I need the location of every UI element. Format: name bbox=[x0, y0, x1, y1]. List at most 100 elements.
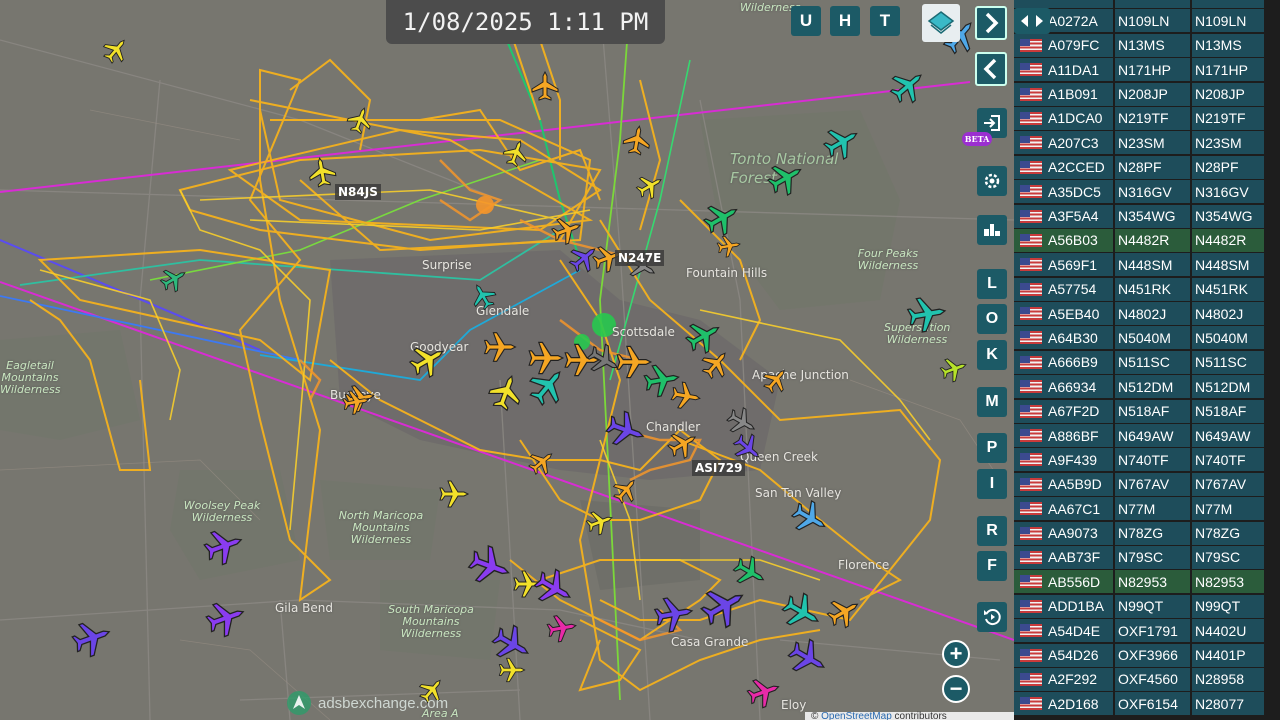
table-row[interactable]: A666B9 N511SC N511SC bbox=[1014, 350, 1280, 375]
toggle-p-button[interactable]: P bbox=[977, 433, 1007, 463]
callsign-label[interactable]: N84JS bbox=[335, 184, 381, 200]
toggle-f-button[interactable]: F bbox=[977, 551, 1007, 581]
registration-cell: N316GV bbox=[1115, 180, 1190, 204]
registration-cell: N171HP bbox=[1115, 58, 1190, 82]
table-row[interactable]: AAB73F N79SC N79SC bbox=[1014, 545, 1280, 570]
toggle-i-button[interactable]: I bbox=[977, 469, 1007, 499]
registration-cell: N518AF bbox=[1115, 399, 1190, 423]
type-cell: N28958 bbox=[1192, 667, 1264, 691]
registration-cell: N451RK bbox=[1115, 277, 1190, 301]
table-row[interactable]: A079FC N13MS N13MS bbox=[1014, 33, 1280, 58]
filter-button[interactable] bbox=[977, 215, 1007, 245]
hex-cell: A2D168 bbox=[1014, 692, 1113, 716]
table-row[interactable]: A2CCED N28PF N28PF bbox=[1014, 155, 1280, 180]
hex-cell: A886BF bbox=[1014, 424, 1113, 448]
hex-cell: AA9073 bbox=[1014, 521, 1113, 545]
table-row[interactable]: A0272A N109LN N109LN bbox=[1014, 9, 1280, 33]
toggle-m-button[interactable]: M bbox=[977, 387, 1007, 417]
registration-cell: OXF4560 bbox=[1115, 667, 1190, 691]
table-row[interactable]: A2F292 OXF4560 N28958 bbox=[1014, 667, 1280, 692]
table-row[interactable]: A54D4E OXF1791 N4402U bbox=[1014, 619, 1280, 643]
panel-resize-handle[interactable] bbox=[1014, 8, 1050, 34]
zoom-out-button[interactable]: − bbox=[942, 675, 970, 703]
table-row[interactable]: AA5B9D N767AV N767AV bbox=[1014, 472, 1280, 497]
hex-cell: ADD1BA bbox=[1014, 594, 1113, 618]
table-row[interactable]: ADD1BA N99QT N99QT bbox=[1014, 594, 1280, 619]
toggle-k-button[interactable]: K bbox=[977, 340, 1007, 370]
table-row-partial[interactable] bbox=[1014, 0, 1280, 9]
table-row[interactable]: A66934 N512DM N512DM bbox=[1014, 375, 1280, 399]
toggle-l-button[interactable]: L bbox=[977, 269, 1007, 299]
us-flag-icon bbox=[1020, 575, 1042, 589]
chevron-right-icon bbox=[985, 12, 999, 34]
table-row[interactable]: A3F5A4 N354WG N354WG bbox=[1014, 204, 1280, 229]
gear-icon bbox=[984, 173, 1000, 189]
table-row[interactable]: A57754 N451RK N451RK bbox=[1014, 277, 1280, 302]
aircraft-layer[interactable] bbox=[0, 0, 1014, 720]
table-row[interactable]: A56B03 N4482R N4482R bbox=[1014, 228, 1280, 253]
table-row[interactable]: A1DCA0 N219TF N219TF bbox=[1014, 106, 1280, 131]
watermark-text: adsbexchange.com bbox=[318, 694, 449, 712]
hex-cell: A35DC5 bbox=[1014, 180, 1113, 204]
type-cell: N4802J bbox=[1192, 302, 1264, 326]
type-cell: N448SM bbox=[1192, 253, 1264, 277]
adsbexchange-watermark: adsbexchange.com bbox=[286, 690, 448, 716]
hex-cell: A3F5A4 bbox=[1014, 204, 1113, 228]
registration-cell: N5040M bbox=[1115, 326, 1190, 350]
toggle-u-button[interactable]: U bbox=[791, 6, 821, 36]
us-flag-icon bbox=[1020, 87, 1042, 101]
type-cell: N518AF bbox=[1192, 399, 1264, 423]
table-row[interactable]: A67F2D N518AF N518AF bbox=[1014, 399, 1280, 424]
hex-cell: A207C3 bbox=[1014, 131, 1113, 155]
hex-cell: A9F439 bbox=[1014, 448, 1113, 472]
registration-cell: N99QT bbox=[1115, 594, 1190, 618]
registration-cell: N208JP bbox=[1115, 82, 1190, 106]
us-flag-icon bbox=[1020, 136, 1042, 150]
table-row[interactable]: A64B30 N5040M N5040M bbox=[1014, 326, 1280, 350]
type-cell: N77M bbox=[1192, 497, 1264, 521]
table-row[interactable]: A569F1 N448SM N448SM bbox=[1014, 253, 1280, 277]
us-flag-icon bbox=[1020, 648, 1042, 662]
table-row[interactable]: AA9073 N78ZG N78ZG bbox=[1014, 521, 1280, 546]
toggle-h-button[interactable]: H bbox=[830, 6, 860, 36]
type-cell: N767AV bbox=[1192, 472, 1264, 496]
replay-button[interactable] bbox=[977, 602, 1007, 632]
table-row[interactable]: A5EB40 N4802J N4802J bbox=[1014, 302, 1280, 326]
type-cell: N219TF bbox=[1192, 106, 1264, 130]
toggle-t-button[interactable]: T bbox=[870, 6, 900, 36]
us-flag-icon bbox=[1020, 599, 1042, 613]
table-row[interactable]: A35DC5 N316GV N316GV bbox=[1014, 180, 1280, 204]
expand-panel-button[interactable] bbox=[975, 6, 1007, 40]
openstreetmap-link[interactable]: OpenStreetMap bbox=[821, 711, 892, 720]
table-row[interactable]: A9F439 N740TF N740TF bbox=[1014, 448, 1280, 472]
flight-map[interactable]: Surprise Glendale Goodyear Buckeye Fount… bbox=[0, 0, 1014, 720]
type-cell: N354WG bbox=[1192, 204, 1264, 228]
us-flag-icon bbox=[1020, 63, 1042, 77]
us-flag-icon bbox=[1020, 672, 1042, 686]
table-row[interactable]: A11DA1 N171HP N171HP bbox=[1014, 58, 1280, 82]
table-row[interactable]: A54D26 OXF3966 N4401P bbox=[1014, 643, 1280, 668]
table-row[interactable]: A886BF N649AW N649AW bbox=[1014, 424, 1280, 448]
callsign-label[interactable]: N247E bbox=[615, 250, 665, 266]
table-row[interactable]: AB556D N82953 N82953 bbox=[1014, 570, 1280, 594]
aircraft-table[interactable]: A0272A N109LN N109LN A079FC N13MS N13MS A11DA1… bbox=[1014, 0, 1280, 717]
map-layers-button[interactable] bbox=[922, 4, 960, 42]
callsign-label[interactable]: ASI729 bbox=[692, 460, 746, 476]
hex-cell: A54D26 bbox=[1014, 643, 1113, 667]
collapse-panel-button[interactable] bbox=[975, 52, 1007, 86]
zoom-in-button[interactable]: + bbox=[942, 640, 970, 668]
toggle-r-button[interactable]: R bbox=[977, 516, 1007, 546]
table-row[interactable]: A2D168 OXF6154 N28077 bbox=[1014, 692, 1280, 716]
registration-cell: N78ZG bbox=[1115, 521, 1190, 545]
hex-cell: A56B03 bbox=[1014, 228, 1113, 252]
table-row[interactable]: AA67C1 N77M N77M bbox=[1014, 497, 1280, 521]
toggle-o-button[interactable]: O bbox=[977, 304, 1007, 334]
table-row[interactable]: A1B091 N208JP N208JP bbox=[1014, 82, 1280, 107]
layers-icon bbox=[927, 11, 955, 34]
table-row[interactable]: A207C3 N23SM N23SM bbox=[1014, 131, 1280, 155]
registration-cell: N448SM bbox=[1115, 253, 1190, 277]
settings-button[interactable] bbox=[977, 166, 1007, 196]
aircraft-table-panel[interactable]: A0272A N109LN N109LN A079FC N13MS N13MS A11DA1… bbox=[1014, 0, 1280, 720]
beta-badge: BETA bbox=[962, 132, 992, 146]
aircraft-icon[interactable] bbox=[68, 12, 984, 712]
